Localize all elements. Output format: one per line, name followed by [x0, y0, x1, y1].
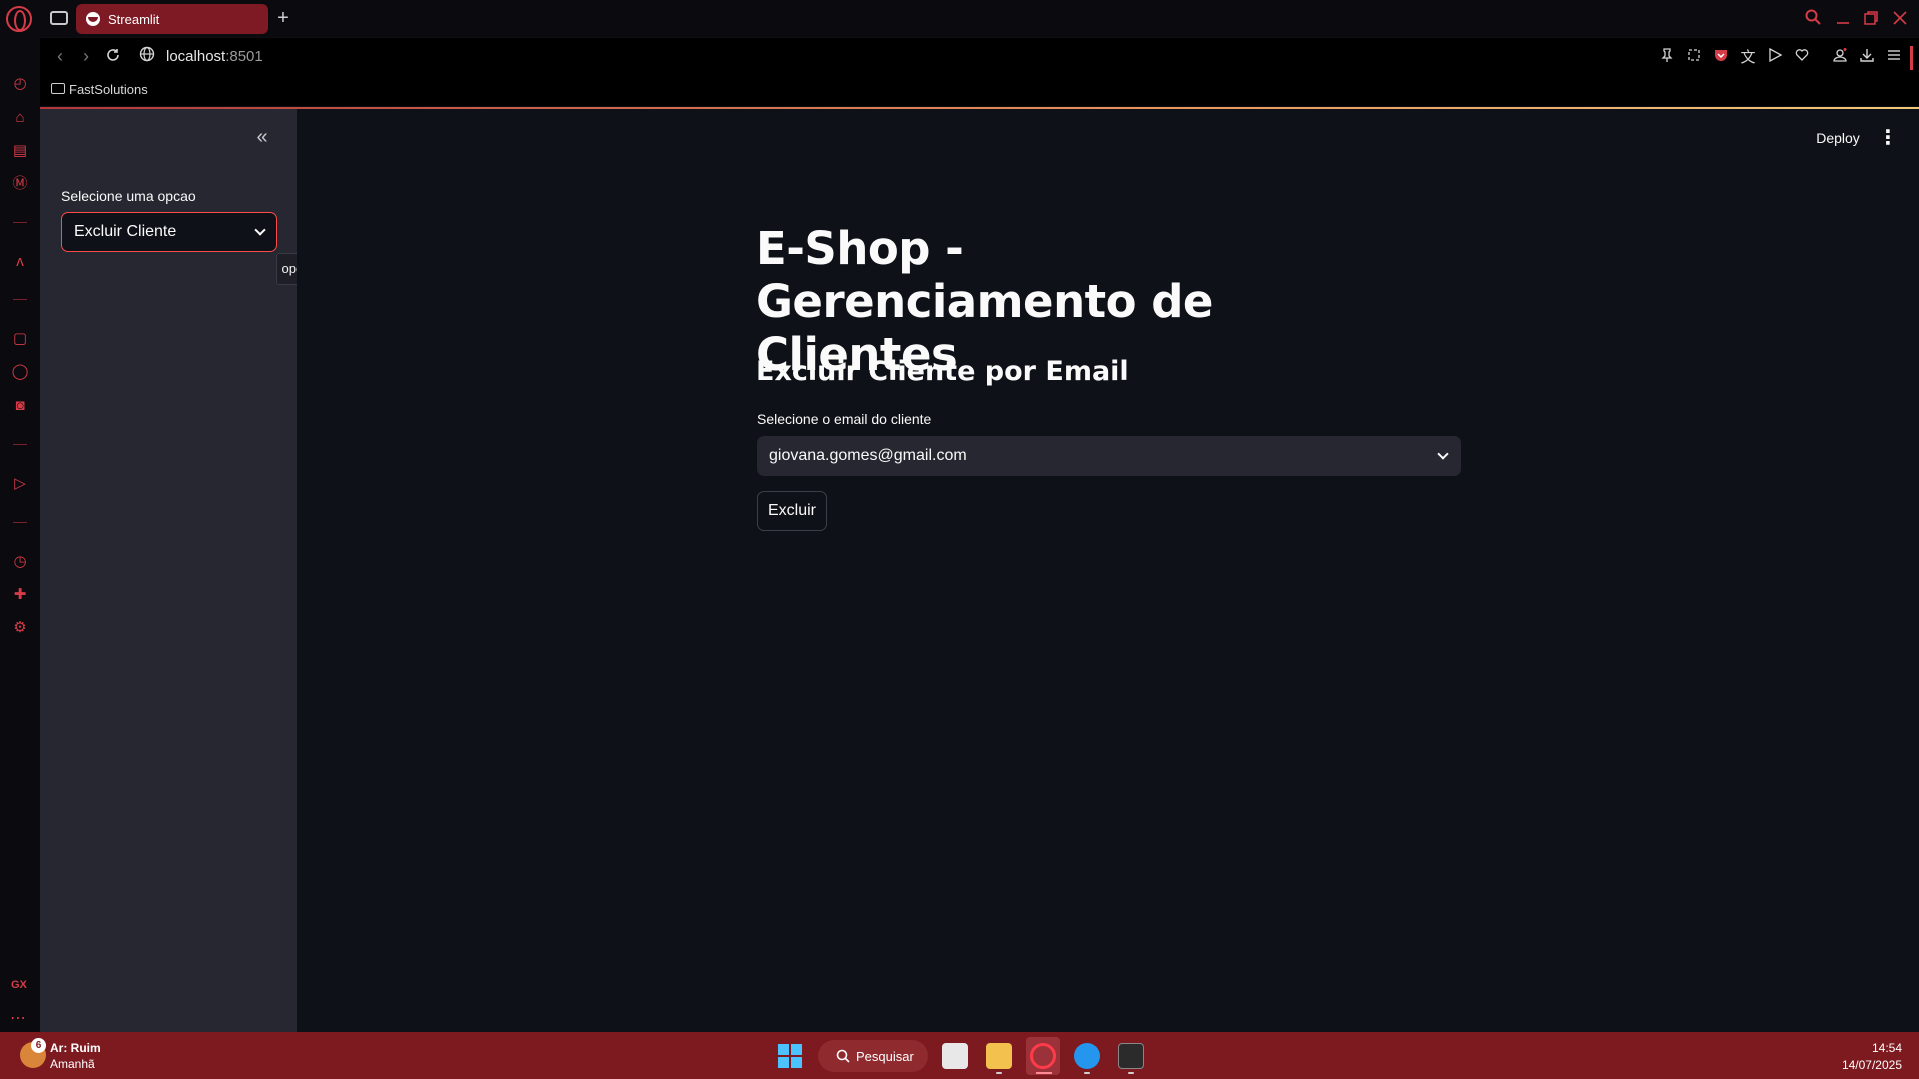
snapshot-icon[interactable]: [1684, 48, 1704, 68]
file-explorer-icon[interactable]: [986, 1043, 1012, 1069]
taskbar-search[interactable]: Pesquisar: [818, 1040, 928, 1072]
bookmark-bar: [40, 76, 1919, 106]
main-menu-icon[interactable]: ⋮: [1878, 126, 1898, 150]
streamlit-favicon-icon: [86, 12, 100, 26]
running-indicator: [996, 1072, 1002, 1074]
pin-icon[interactable]: [1657, 48, 1677, 68]
download-icon[interactable]: [1857, 48, 1877, 68]
forward-icon[interactable]: ›: [76, 46, 96, 66]
url-field[interactable]: localhost:8501: [166, 48, 263, 65]
tab-island-icon[interactable]: [50, 11, 68, 25]
reload-icon[interactable]: [103, 46, 123, 66]
collapse-sidebar-icon[interactable]: «: [250, 126, 274, 150]
site-info-globe-icon[interactable]: [137, 46, 157, 66]
heart-icon[interactable]: [1792, 48, 1812, 68]
bookmark-folder-fastsolutions[interactable]: FastSolutions: [69, 82, 148, 97]
notes-icon[interactable]: ▤: [10, 141, 30, 161]
speed-dial-icon[interactable]: ◴: [10, 74, 30, 94]
player-icon[interactable]: ▷: [10, 474, 30, 494]
chevron-down-icon: [1437, 448, 1449, 460]
clock-date[interactable]: 14/07/2025: [1838, 1058, 1902, 1072]
restore-icon[interactable]: [1858, 6, 1884, 32]
weather-day: Amanhã: [50, 1057, 95, 1071]
history-icon[interactable]: ◷: [10, 552, 30, 572]
tab-title: Streamlit: [108, 11, 160, 27]
opera-taskbar-icon[interactable]: [1030, 1043, 1056, 1069]
profile-icon[interactable]: [1830, 48, 1850, 68]
tab-streamlit[interactable]: Streamlit: [76, 4, 268, 34]
email-select[interactable]: giovana.gomes@gmail.com: [757, 436, 1461, 476]
email-select-value: giovana.gomes@gmail.com: [769, 447, 967, 464]
clock-time[interactable]: 14:54: [1872, 1041, 1902, 1055]
chevron-down-icon: [254, 224, 266, 236]
folder-icon: [51, 83, 65, 94]
easy-setup-menu-icon[interactable]: [1884, 48, 1904, 68]
extensions-icon[interactable]: ✚: [10, 585, 30, 605]
whatsapp-icon[interactable]: ◯: [10, 362, 30, 382]
opera-logo-icon[interactable]: [6, 6, 32, 32]
send-icon[interactable]: [1765, 47, 1785, 68]
pocket-icon[interactable]: [1711, 48, 1731, 68]
sidebar-separator: [13, 522, 27, 523]
docker-icon[interactable]: [1074, 1043, 1100, 1069]
windows-start-icon[interactable]: [778, 1044, 802, 1068]
discord-icon[interactable]: ◙: [10, 396, 30, 416]
url-port: :8501: [225, 48, 263, 65]
terminal-icon[interactable]: [1118, 1043, 1144, 1069]
settings-gear-icon[interactable]: ⚙: [10, 618, 30, 638]
sidebar-select-value: Excluir Cliente: [74, 223, 177, 240]
new-tab-button[interactable]: +: [272, 6, 294, 30]
minimize-icon[interactable]: [1830, 6, 1856, 32]
translate-icon[interactable]: 文: [1738, 48, 1758, 68]
sidebar-option-select[interactable]: Excluir Cliente: [61, 212, 277, 252]
back-icon[interactable]: ‹: [50, 46, 70, 66]
weather-badge: 6: [31, 1038, 46, 1053]
more-dots-icon[interactable]: ⋯: [10, 1008, 26, 1028]
gx-icon[interactable]: GX: [11, 979, 27, 991]
gmail-icon[interactable]: Ⓜ: [10, 174, 30, 194]
search-label: Pesquisar: [856, 1048, 914, 1064]
aria-ai-icon[interactable]: ⌂: [10, 108, 30, 128]
deploy-button[interactable]: Deploy: [1810, 126, 1866, 150]
url-host: localhost: [166, 48, 226, 65]
twitch-icon[interactable]: ▢: [10, 329, 30, 349]
weather-status[interactable]: Ar: Ruim: [50, 1041, 101, 1055]
email-select-label: Selecione o email do cliente: [757, 411, 932, 427]
address-bar: [40, 38, 1919, 76]
sidebar-separator: [13, 444, 27, 445]
sidebar-accent-bar: [1910, 46, 1913, 70]
active-indicator: [1036, 1072, 1052, 1074]
sidebar-separator: [13, 222, 27, 223]
close-window-icon[interactable]: [1887, 6, 1913, 32]
sidebar-separator: [13, 299, 27, 300]
arc-icon[interactable]: ʌ: [10, 252, 30, 272]
search-icon: [836, 1049, 850, 1063]
delete-client-button[interactable]: Excluir: [757, 491, 827, 531]
running-indicator: [1128, 1072, 1134, 1074]
search-tabs-icon[interactable]: [1800, 6, 1826, 32]
running-indicator: [1084, 1072, 1090, 1074]
microsoft-store-icon[interactable]: [942, 1043, 968, 1069]
section-subheader: Excluir Cliente por Email: [756, 356, 1129, 387]
sidebar-select-label: Selecione uma opcao: [61, 188, 196, 204]
